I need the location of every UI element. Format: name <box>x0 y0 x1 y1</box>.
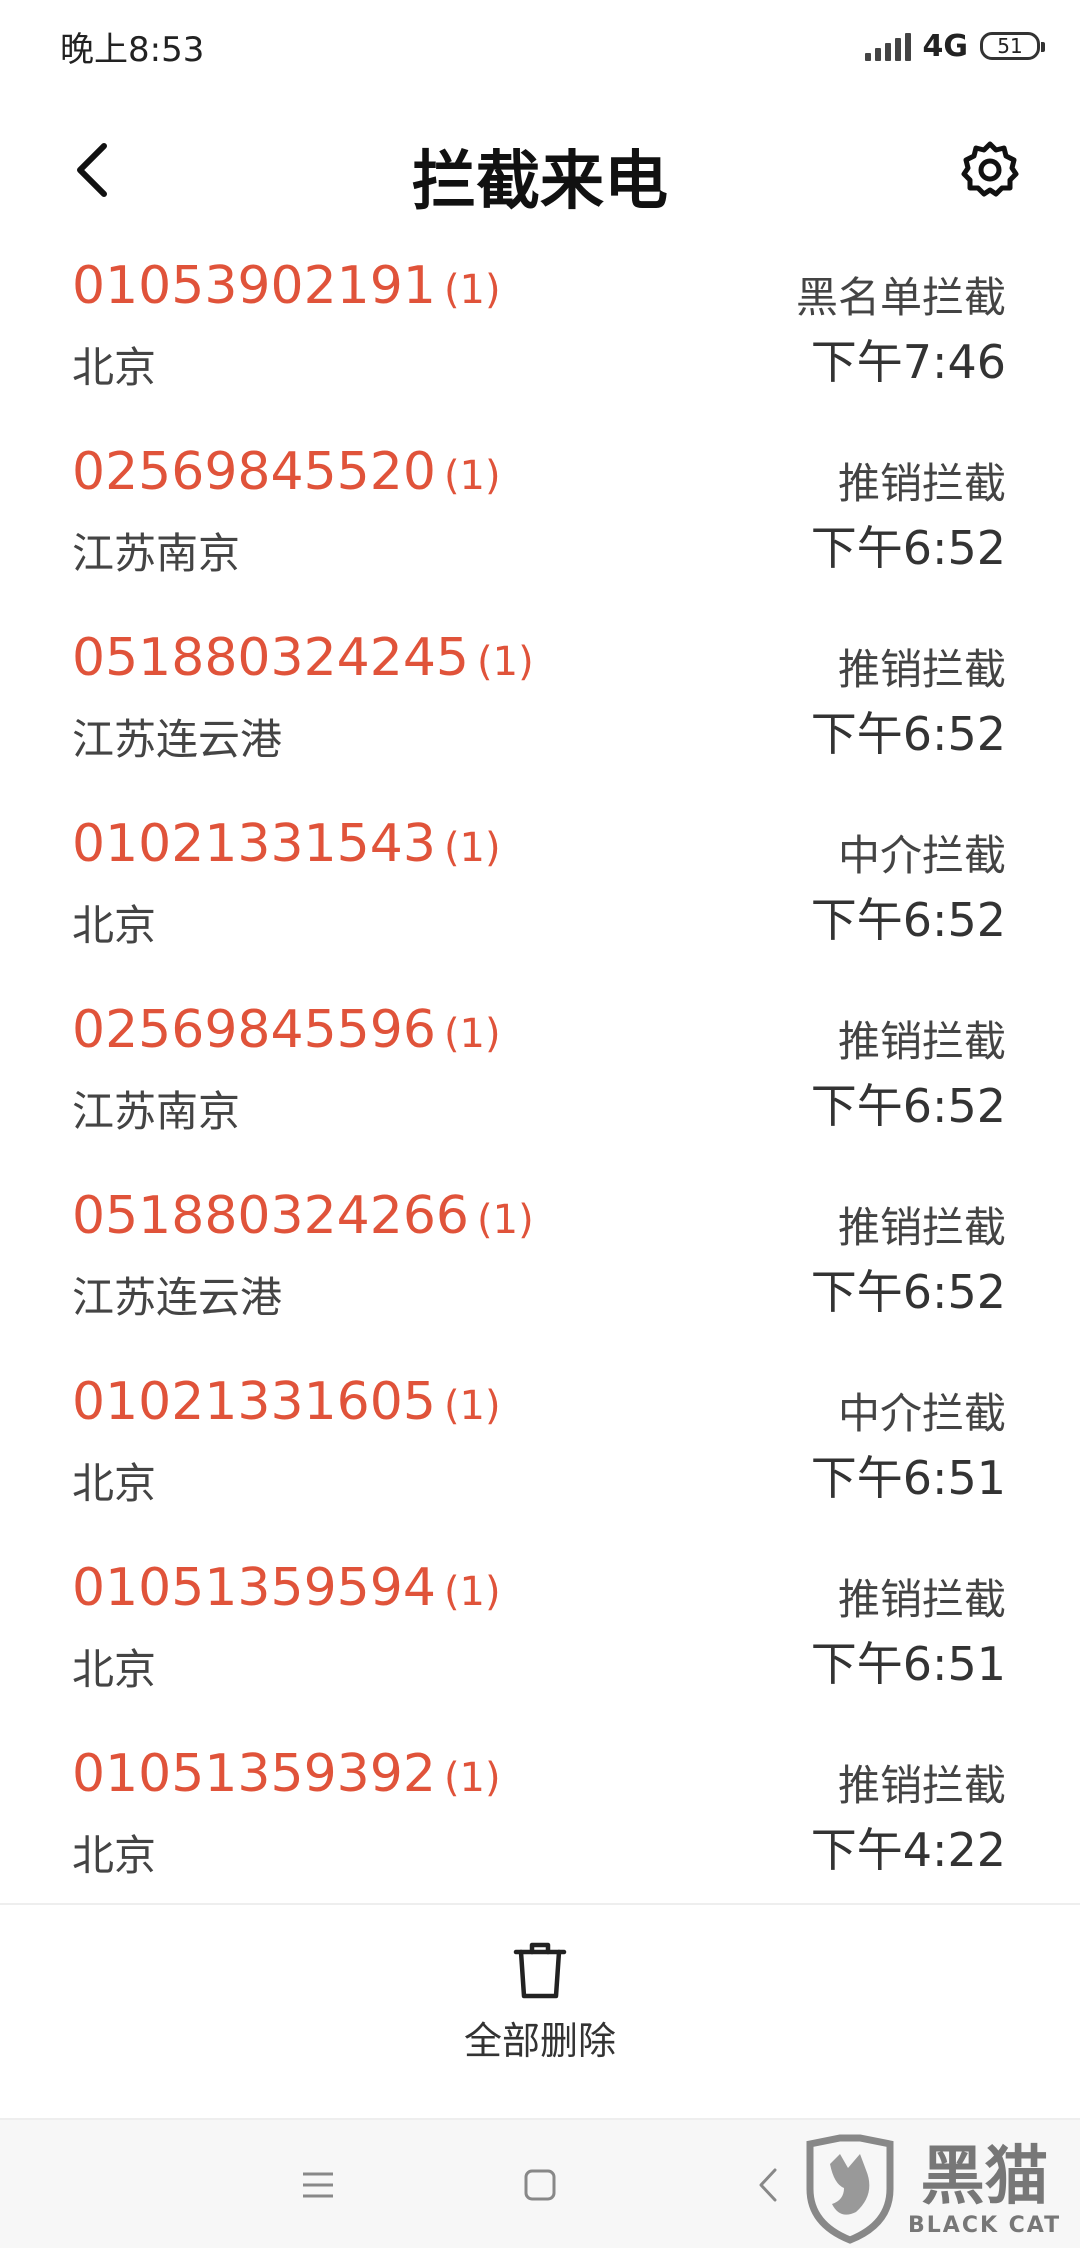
page-title: 拦截来电 <box>412 145 668 219</box>
call-row[interactable]: 02569845596 (1) 江苏南京 推销拦截 下午6:52 <box>0 994 1080 1180</box>
call-location: 江苏南京 <box>72 1087 241 1136</box>
home-icon <box>524 2169 556 2201</box>
battery-icon: 51 <box>980 32 1045 60</box>
call-row[interactable]: 051880324245 (1) 江苏连云港 推销拦截 下午6:52 <box>0 622 1080 808</box>
call-location: 北京 <box>72 343 157 392</box>
call-row[interactable]: 01051359392 (1) 北京 推销拦截 下午4:22 <box>0 1738 1080 1924</box>
call-count: (1) <box>443 825 501 871</box>
gear-icon <box>961 141 1019 197</box>
block-type: 中介拦截 <box>837 831 1006 880</box>
call-time: 下午4:22 <box>810 1823 1006 1877</box>
delete-all-button[interactable]: 全部删除 <box>390 1940 690 2080</box>
settings-button[interactable] <box>950 134 1030 206</box>
block-type: 推销拦截 <box>837 459 1006 508</box>
phone-number: 01021331605 (1) <box>72 1372 501 1432</box>
block-type: 推销拦截 <box>837 1761 1006 1810</box>
phone-number: 051880324266 (1) <box>72 1186 534 1246</box>
call-count: (1) <box>443 267 501 313</box>
block-type: 黑名单拦截 <box>795 273 1006 322</box>
call-row[interactable]: 02569845520 (1) 江苏南京 推销拦截 下午6:52 <box>0 436 1080 622</box>
nav-menu-button[interactable] <box>288 2158 348 2212</box>
call-count: (1) <box>443 453 501 499</box>
nav-back-button[interactable] <box>738 2158 798 2212</box>
call-location: 江苏南京 <box>72 529 241 578</box>
call-location: 北京 <box>72 1831 157 1880</box>
call-time: 下午7:46 <box>810 335 1006 389</box>
block-type: 推销拦截 <box>837 1575 1006 1624</box>
blocked-calls-list: 01053902191 (1) 北京 黑名单拦截 下午7:46 025698455… <box>0 250 1080 1924</box>
watermark-en: BLACK CAT <box>908 2212 1062 2238</box>
call-count: (1) <box>443 1569 501 1615</box>
call-count: (1) <box>443 1011 501 1057</box>
nav-back-icon <box>759 2168 777 2202</box>
call-location: 北京 <box>72 901 157 950</box>
call-row[interactable]: 01053902191 (1) 北京 黑名单拦截 下午7:46 <box>0 250 1080 436</box>
network-type: 4G <box>922 28 969 64</box>
call-row[interactable]: 01021331543 (1) 北京 中介拦截 下午6:52 <box>0 808 1080 994</box>
cat-shield-icon <box>806 2134 894 2244</box>
call-count: (1) <box>443 1383 501 1429</box>
call-time: 下午6:52 <box>810 1079 1006 1133</box>
block-type: 推销拦截 <box>837 1017 1006 1066</box>
menu-icon <box>303 2172 333 2198</box>
nav-home-button[interactable] <box>510 2158 570 2212</box>
call-time: 下午6:51 <box>810 1637 1006 1691</box>
divider <box>0 1903 1080 1905</box>
call-location: 北京 <box>72 1645 157 1694</box>
delete-all-label: 全部删除 <box>463 2019 616 2063</box>
call-count: (1) <box>443 1755 501 1801</box>
block-type: 推销拦截 <box>837 1203 1006 1252</box>
header: 拦截来电 <box>0 110 1080 230</box>
phone-number: 02569845596 (1) <box>72 1000 501 1060</box>
block-type: 推销拦截 <box>837 645 1006 694</box>
call-location: 江苏连云港 <box>72 715 283 764</box>
status-indicators: 4G 51 <box>864 26 1045 66</box>
status-bar: 晚上8:53 4G 51 <box>0 0 1080 100</box>
call-row[interactable]: 051880324266 (1) 江苏连云港 推销拦截 下午6:52 <box>0 1180 1080 1366</box>
block-type: 中介拦截 <box>837 1389 1006 1438</box>
call-location: 江苏连云港 <box>72 1273 283 1322</box>
call-time: 下午6:52 <box>810 893 1006 947</box>
watermark-text: 黑猫 BLACK CAT <box>908 2141 1061 2238</box>
call-count: (1) <box>477 1197 534 1243</box>
call-location: 北京 <box>72 1459 157 1508</box>
phone-number: 01021331543 (1) <box>72 814 501 874</box>
call-time: 下午6:52 <box>810 707 1006 761</box>
phone-number: 01051359392 (1) <box>72 1744 501 1804</box>
phone-number: 01051359594 (1) <box>72 1558 501 1618</box>
phone-number: 051880324245 (1) <box>72 628 534 688</box>
call-time: 下午6:52 <box>810 521 1006 575</box>
phone-number: 02569845520 (1) <box>72 442 501 502</box>
watermark-cn: 黑猫 <box>920 2139 1049 2214</box>
call-row[interactable]: 01051359594 (1) 北京 推销拦截 下午6:51 <box>0 1552 1080 1738</box>
phone-number: 01053902191 (1) <box>72 256 501 316</box>
trash-icon <box>513 1942 567 1999</box>
battery-level: 51 <box>997 34 1023 58</box>
signal-icon <box>864 31 911 61</box>
status-time: 晚上8:53 <box>60 30 205 70</box>
call-count: (1) <box>477 639 534 685</box>
call-time: 下午6:52 <box>810 1265 1006 1319</box>
call-time: 下午6:51 <box>810 1451 1006 1505</box>
black-cat-watermark: 黑猫 BLACK CAT <box>800 2130 1080 2248</box>
call-row[interactable]: 01021331605 (1) 北京 中介拦截 下午6:51 <box>0 1366 1080 1552</box>
